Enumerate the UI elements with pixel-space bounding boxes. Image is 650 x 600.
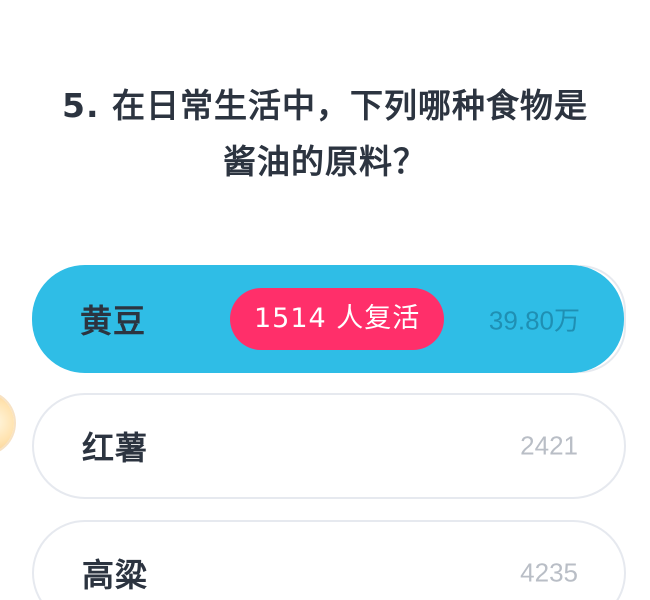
revive-count-badge: 1514 人复活 (230, 288, 445, 350)
mascot-avatar-icon[interactable] (0, 392, 14, 454)
option-vote-count: 4235 (520, 557, 578, 588)
option-vote-count: 39.80万 (488, 305, 580, 336)
question-line-2: 酱油的原料？ (223, 142, 427, 181)
option-vote-count: 2421 (520, 430, 578, 461)
option-label: 黄豆 (80, 302, 147, 340)
question-text: 5. 在日常生活中，下列哪种食物是 酱油的原料？ (20, 78, 630, 190)
option-label: 红薯 (82, 429, 149, 467)
option-hongshu[interactable]: 红薯 2421 (32, 393, 626, 499)
option-label: 高粱 (82, 556, 149, 594)
question-line-1: 5. 在日常生活中，下列哪种食物是 (62, 86, 588, 125)
option-gaoliang[interactable]: 高粱 4235 (32, 520, 626, 600)
option-huangdou[interactable]: 黄豆 1514 人复活 39.80万 (32, 265, 624, 373)
